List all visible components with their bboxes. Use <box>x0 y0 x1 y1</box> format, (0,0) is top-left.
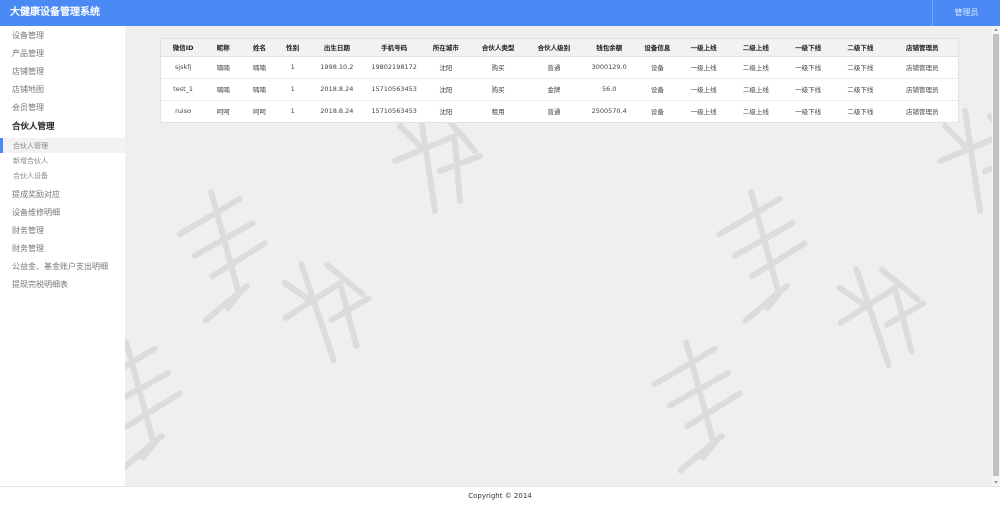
partner-table: 微信ID 昵称 姓名 性别 出生日期 手机号码 所在城市 合伙人类型 合伙人级别… <box>161 39 958 122</box>
column-header-name: 姓名 <box>241 39 278 57</box>
cell-nickname: 喃喃 <box>205 56 242 79</box>
sidebar-item-store-mgmt[interactable]: 店铺管理 <box>12 66 44 78</box>
partner-table-container: 微信ID 昵称 姓名 性别 出生日期 手机号码 所在城市 合伙人类型 合伙人级别… <box>160 38 959 123</box>
upline-2-link[interactable]: 二级上线 <box>730 100 782 122</box>
cell-gender: 1 <box>290 107 295 116</box>
column-header-birth-date: 出生日期 <box>307 39 366 57</box>
vertical-scrollbar[interactable] <box>992 26 1000 486</box>
cell-name: 呵呵 <box>252 108 266 117</box>
cell-phone: 19802198172 <box>365 56 423 79</box>
cell-partner-type: 购买 <box>469 78 527 101</box>
table-header-row: 微信ID 昵称 姓名 性别 出生日期 手机号码 所在城市 合伙人类型 合伙人级别… <box>161 39 958 57</box>
cell-partner-type: 租用 <box>491 108 505 117</box>
cell-gender: 1 <box>277 56 308 79</box>
column-header-gender: 性别 <box>277 39 308 57</box>
column-header-upline-2: 二级上线 <box>729 39 783 57</box>
cell-wallet-balance: 3000129.0 <box>581 56 638 79</box>
table-row: sjskfj 喃喃 喃喃 1 1998.10.2 19802198172 沈阳 … <box>161 56 958 79</box>
scrollbar-thumb[interactable] <box>993 34 999 476</box>
scroll-up-arrow-icon[interactable] <box>994 28 998 31</box>
sidebar-item-fund-expenditure[interactable]: 公益金、基金账户支出明细 <box>12 261 108 273</box>
device-info-link[interactable]: 设备 <box>637 78 678 101</box>
cell-partner-level: 普通 <box>547 108 561 117</box>
upline-1-link[interactable]: 一级上线 <box>677 78 730 101</box>
column-header-downline-1: 一级下线 <box>782 39 835 57</box>
column-header-downline-2: 二级下线 <box>834 39 887 57</box>
sidebar-subitem-partner-devices[interactable]: 合伙人设备 <box>13 170 48 182</box>
column-header-nickname: 昵称 <box>205 39 242 57</box>
sidebar-item-device-repair[interactable]: 设备维修明细 <box>12 207 60 219</box>
cell-phone: 15710563453 <box>365 78 423 101</box>
upline-2-link[interactable]: 二级上线 <box>729 78 783 101</box>
table-row: ruiso 呵呵 呵呵 1 2018.8.24 15710563453 沈阳 租… <box>161 100 958 122</box>
column-header-wechat-id: 微信ID <box>161 39 206 57</box>
cell-wechat-id: sjskfj <box>161 56 206 79</box>
cell-partner-level: 金牌 <box>526 78 582 101</box>
column-header-partner-level: 合伙人级别 <box>526 39 582 57</box>
cell-gender: 1 <box>277 78 308 101</box>
store-admin-link[interactable]: 店铺管理员 <box>886 78 958 101</box>
sidebar-item-device-mgmt[interactable]: 设备管理 <box>12 30 44 42</box>
column-header-upline-1: 一级上线 <box>677 39 730 57</box>
cell-name: 喃喃 <box>241 78 278 101</box>
cell-name: 喃喃 <box>241 56 278 79</box>
cell-city: 沈阳 <box>422 56 470 79</box>
app-title: 大健康设备管理系统 <box>10 7 100 18</box>
downline-1-link[interactable]: 一级下线 <box>782 78 835 101</box>
footer: Copyright © 2014 <box>0 486 1000 505</box>
user-menu-button[interactable]: 管理员 <box>932 0 1000 26</box>
sidebar-item-finance-mgmt-1[interactable]: 财务管理 <box>12 225 44 237</box>
downline-1-link[interactable]: 一级下线 <box>782 100 834 122</box>
sidebar-nav: 设备管理 产品管理 店铺管理 店铺地图 会员管理 合伙人管理 合伙人管理 新增合… <box>0 26 125 486</box>
sidebar-item-finance-mgmt-2[interactable]: 财务管理 <box>12 243 44 255</box>
cell-birth-date: 1998.10.2 <box>307 56 366 79</box>
sidebar-subitem-add-partner[interactable]: 新增合伙人 <box>13 155 48 167</box>
cell-wallet-balance: 56.0 <box>581 78 638 101</box>
column-header-device-info: 设备信息 <box>637 39 678 57</box>
cell-nickname: 呵呵 <box>216 108 230 117</box>
cell-city: 沈阳 <box>439 108 453 117</box>
upline-1-link[interactable]: 一级上线 <box>678 100 730 122</box>
cell-partner-level: 普通 <box>526 56 582 79</box>
sidebar-item-commission-rewards[interactable]: 提成奖励对应 <box>12 189 60 201</box>
downline-2-link[interactable]: 二级下线 <box>834 78 887 101</box>
cell-partner-type: 购买 <box>469 56 527 79</box>
store-admin-link[interactable]: 店铺管理员 <box>886 56 958 79</box>
cell-city: 沈阳 <box>422 78 470 101</box>
downline-2-link[interactable]: 二级下线 <box>834 56 887 79</box>
cell-phone: 15710563453 <box>371 107 417 116</box>
sidebar-item-product-mgmt[interactable]: 产品管理 <box>12 48 44 60</box>
cell-birth-date: 2018.8.24 <box>320 107 354 116</box>
store-admin-link[interactable]: 店铺管理员 <box>887 100 958 122</box>
column-header-phone: 手机号码 <box>365 39 423 57</box>
sidebar-subitem-partner-mgmt[interactable]: 合伙人管理 <box>13 140 48 152</box>
scroll-down-arrow-icon[interactable] <box>994 481 998 484</box>
table-row: test_1 喃喃 喃喃 1 2018.8.24 15710563453 沈阳 … <box>161 78 958 101</box>
sidebar-item-member-mgmt[interactable]: 会员管理 <box>12 102 44 114</box>
column-header-wallet-balance: 钱包余额 <box>581 39 638 57</box>
sidebar-group-partner-mgmt[interactable]: 合伙人管理 <box>12 121 55 133</box>
downline-2-link[interactable]: 二级下线 <box>834 100 886 122</box>
column-header-partner-type: 合伙人类型 <box>469 39 527 57</box>
downline-1-link[interactable]: 一级下线 <box>782 56 835 79</box>
column-header-store-admin: 店铺管理员 <box>886 39 958 57</box>
sidebar-item-withdrawal-tax[interactable]: 提现完税明细表 <box>12 279 68 291</box>
cell-nickname: 喃喃 <box>205 78 242 101</box>
cell-birth-date: 2018.8.24 <box>307 78 366 101</box>
cell-wechat-id: ruiso <box>175 107 192 116</box>
device-info-link[interactable]: 设备 <box>637 100 677 122</box>
sidebar-item-store-map[interactable]: 店铺地图 <box>12 84 44 96</box>
top-header-bar: 大健康设备管理系统 管理员 <box>0 0 1000 26</box>
copyright-text: Copyright © 2014 <box>468 492 532 500</box>
column-header-city: 所在城市 <box>422 39 470 57</box>
upline-1-link[interactable]: 一级上线 <box>677 56 730 79</box>
upline-2-link[interactable]: 二级上线 <box>729 56 783 79</box>
cell-wallet-balance: 2500570.4 <box>591 107 627 116</box>
main-content: 微信ID 昵称 姓名 性别 出生日期 手机号码 所在城市 合伙人类型 合伙人级别… <box>125 26 992 486</box>
cell-wechat-id: test_1 <box>161 78 206 101</box>
device-info-link[interactable]: 设备 <box>637 56 678 79</box>
